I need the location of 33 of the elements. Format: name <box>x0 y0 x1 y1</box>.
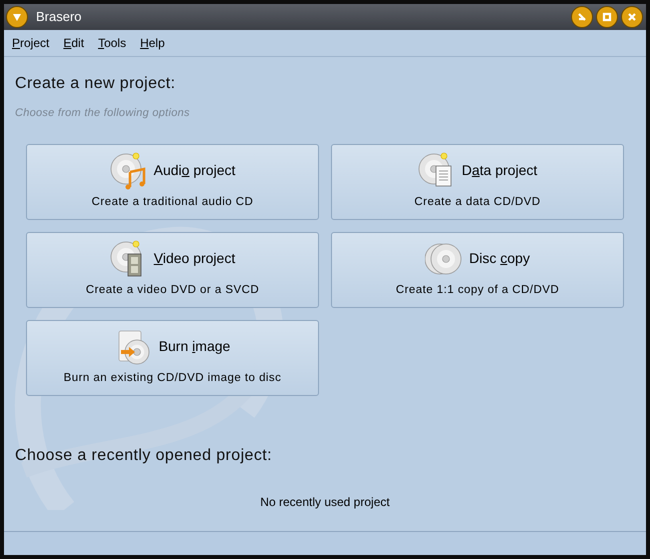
menu-item[interactable]: Tools <box>98 34 126 52</box>
option-title: Audio project <box>154 161 236 180</box>
menu-item[interactable]: Edit <box>63 34 84 52</box>
close-button[interactable] <box>621 6 643 28</box>
section-heading: Choose a recently opened project: <box>15 446 273 466</box>
project-option-button[interactable]: Burn image Burn an existing CD/DVD image to disc <box>26 320 319 396</box>
hint-text: Choose from the following options <box>15 106 191 121</box>
option-description: Burn an existing CD/DVD image to disc <box>64 370 282 386</box>
option-description: Create 1:1 copy of a CD/DVD <box>396 282 560 298</box>
option-description: Create a traditional audio CD <box>92 194 254 210</box>
project-option-button[interactable]: Disc copy Create 1:1 copy of a CD/DVD <box>331 232 624 308</box>
disc-with-music-note-icon <box>110 152 148 190</box>
window-title: Brasero <box>36 8 83 26</box>
section-heading: Create a new project: <box>15 74 176 94</box>
maximize-icon <box>601 11 613 23</box>
project-option-button[interactable]: Audio project Create a traditional audio CD <box>26 144 319 220</box>
close-icon <box>626 11 638 23</box>
project-option-button[interactable]: Video project Create a video DVD or a SVCD <box>26 232 319 308</box>
menu-item[interactable]: Help <box>140 34 165 52</box>
project-option-button[interactable]: Data project Create a data CD/DVD <box>331 144 624 220</box>
option-description: Create a data CD/DVD <box>414 194 541 210</box>
option-title: Disc copy <box>469 249 530 268</box>
menu-item[interactable]: Project <box>12 34 50 52</box>
minimize-button[interactable] <box>571 6 593 28</box>
maximize-button[interactable] <box>596 6 618 28</box>
empty-list-text: No recently used project <box>259 494 391 510</box>
window-menu-button[interactable] <box>6 6 28 28</box>
option-title: Video project <box>154 249 236 268</box>
minimize-icon <box>576 11 588 23</box>
option-description: Create a video DVD or a SVCD <box>86 282 260 298</box>
triangle-down-icon <box>12 12 22 22</box>
option-title: Data project <box>462 161 538 180</box>
option-title: Burn image <box>158 337 230 356</box>
